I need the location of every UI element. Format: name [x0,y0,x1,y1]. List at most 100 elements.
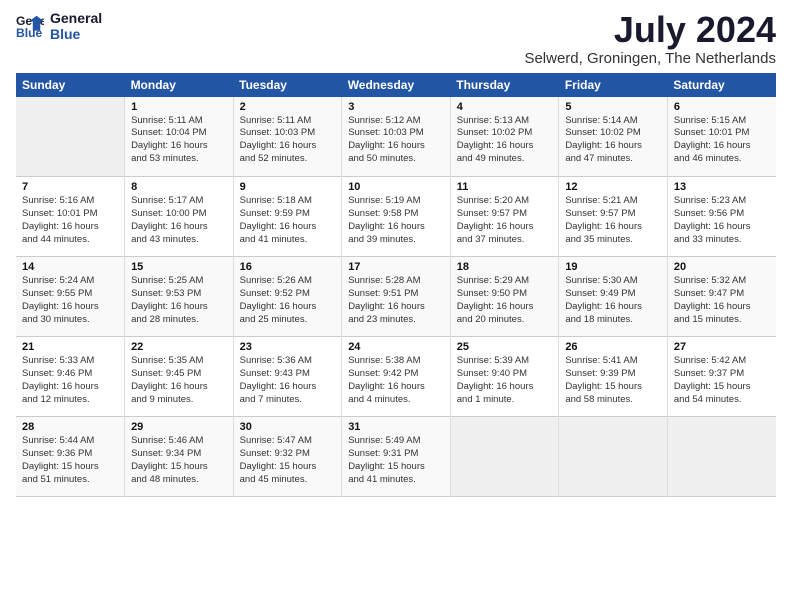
week-row-3: 14 Sunrise: 5:24 AM Sunset: 9:55 PM Dayli… [16,257,776,337]
day-number: 21 [22,341,118,353]
col-saturday: Saturday [667,73,776,97]
col-sunday: Sunday [16,73,125,97]
day-number: 5 [565,101,661,113]
month-title: July 2024 [524,10,776,50]
day-number: 10 [348,181,444,193]
day-info: Sunrise: 5:42 AM Sunset: 9:37 PM Dayligh… [674,355,770,406]
day-info: Sunrise: 5:25 AM Sunset: 9:53 PM Dayligh… [131,275,227,326]
day-number: 22 [131,341,227,353]
day-cell: 3Sunrise: 5:12 AM Sunset: 10:03 PM Dayli… [342,97,451,177]
day-cell: 13 Sunrise: 5:23 AM Sunset: 9:56 PM Dayli… [667,177,776,257]
col-tuesday: Tuesday [233,73,342,97]
day-number: 7 [22,181,118,193]
day-number: 31 [348,421,444,433]
day-info: Sunrise: 5:19 AM Sunset: 9:58 PM Dayligh… [348,195,444,246]
day-cell: 22 Sunrise: 5:35 AM Sunset: 9:45 PM Dayli… [125,337,234,417]
day-number: 30 [240,421,336,433]
day-cell: 17 Sunrise: 5:28 AM Sunset: 9:51 PM Dayli… [342,257,451,337]
day-info: Sunrise: 5:23 AM Sunset: 9:56 PM Dayligh… [674,195,770,246]
day-cell: 2 Sunrise: 5:11 AM Sunset: 10:03 PM Dayli… [233,97,342,177]
day-cell: 9 Sunrise: 5:18 AM Sunset: 9:59 PM Daylig… [233,177,342,257]
day-cell: 24 Sunrise: 5:38 AM Sunset: 9:42 PM Dayli… [342,337,451,417]
calendar-body: 1 Sunrise: 5:11 AM Sunset: 10:04 PM Dayli… [16,97,776,497]
day-info: Sunrise: 5:28 AM Sunset: 9:51 PM Dayligh… [348,275,444,326]
day-info: Sunrise: 5:47 AM Sunset: 9:32 PM Dayligh… [240,435,336,486]
day-number: 15 [131,261,227,273]
day-info: Sunrise: 5:24 AM Sunset: 9:55 PM Dayligh… [22,275,118,326]
logo-line2: Blue [50,26,102,42]
day-info: Sunrise: 5:38 AM Sunset: 9:42 PM Dayligh… [348,355,444,406]
day-cell [16,97,125,177]
day-number: 28 [22,421,118,433]
day-cell: 18 Sunrise: 5:29 AM Sunset: 9:50 PM Dayli… [450,257,559,337]
day-info: Sunrise: 5:11 AM Sunset: 10:04 PM Daylig… [131,115,227,166]
day-cell: 5 Sunrise: 5:14 AM Sunset: 10:02 PM Dayli… [559,97,668,177]
day-number: 17 [348,261,444,273]
day-number: 6 [674,101,770,113]
day-cell: 20Sunrise: 5:32 AM Sunset: 9:47 PM Dayli… [667,257,776,337]
day-cell: 15 Sunrise: 5:25 AM Sunset: 9:53 PM Dayli… [125,257,234,337]
day-info: Sunrise: 5:26 AM Sunset: 9:52 PM Dayligh… [240,275,336,326]
day-info: Sunrise: 5:46 AM Sunset: 9:34 PM Dayligh… [131,435,227,486]
day-cell: 6 Sunrise: 5:15 AM Sunset: 10:01 PM Dayli… [667,97,776,177]
day-number: 29 [131,421,227,433]
calendar-table: Sunday Monday Tuesday Wednesday Thursday… [16,73,776,498]
day-info: Sunrise: 5:30 AM Sunset: 9:49 PM Dayligh… [565,275,661,326]
week-row-4: 21 Sunrise: 5:33 AM Sunset: 9:46 PM Dayli… [16,337,776,417]
day-number: 24 [348,341,444,353]
col-wednesday: Wednesday [342,73,451,97]
day-cell: 11 Sunrise: 5:20 AM Sunset: 9:57 PM Dayli… [450,177,559,257]
day-number: 11 [457,181,553,193]
day-info: Sunrise: 5:49 AM Sunset: 9:31 PM Dayligh… [348,435,444,486]
day-cell: 12Sunrise: 5:21 AM Sunset: 9:57 PM Dayli… [559,177,668,257]
day-cell: 16 Sunrise: 5:26 AM Sunset: 9:52 PM Dayli… [233,257,342,337]
day-number: 18 [457,261,553,273]
day-cell [559,417,668,497]
day-number: 20 [674,261,770,273]
day-cell [667,417,776,497]
page: General Blue General Blue July 2024 Selw… [0,0,792,612]
day-cell: 28Sunrise: 5:44 AM Sunset: 9:36 PM Dayli… [16,417,125,497]
day-info: Sunrise: 5:41 AM Sunset: 9:39 PM Dayligh… [565,355,661,406]
day-cell: 8Sunrise: 5:17 AM Sunset: 10:00 PM Dayli… [125,177,234,257]
day-number: 1 [131,101,227,113]
day-info: Sunrise: 5:20 AM Sunset: 9:57 PM Dayligh… [457,195,553,246]
day-number: 9 [240,181,336,193]
location: Selwerd, Groningen, The Netherlands [524,50,776,67]
week-row-2: 7Sunrise: 5:16 AM Sunset: 10:01 PM Dayli… [16,177,776,257]
day-number: 23 [240,341,336,353]
col-friday: Friday [559,73,668,97]
day-number: 16 [240,261,336,273]
day-cell: 25Sunrise: 5:39 AM Sunset: 9:40 PM Dayli… [450,337,559,417]
day-cell [450,417,559,497]
day-info: Sunrise: 5:13 AM Sunset: 10:02 PM Daylig… [457,115,553,166]
day-cell: 23Sunrise: 5:36 AM Sunset: 9:43 PM Dayli… [233,337,342,417]
day-cell: 19Sunrise: 5:30 AM Sunset: 9:49 PM Dayli… [559,257,668,337]
logo-icon: General Blue [16,12,44,40]
day-info: Sunrise: 5:33 AM Sunset: 9:46 PM Dayligh… [22,355,118,406]
day-number: 4 [457,101,553,113]
header: General Blue General Blue July 2024 Selw… [16,10,776,67]
title-block: July 2024 Selwerd, Groningen, The Nether… [524,10,776,67]
day-number: 14 [22,261,118,273]
day-cell: 10 Sunrise: 5:19 AM Sunset: 9:58 PM Dayli… [342,177,451,257]
day-cell: 27Sunrise: 5:42 AM Sunset: 9:37 PM Dayli… [667,337,776,417]
day-info: Sunrise: 5:35 AM Sunset: 9:45 PM Dayligh… [131,355,227,406]
day-info: Sunrise: 5:15 AM Sunset: 10:01 PM Daylig… [674,115,770,166]
col-monday: Monday [125,73,234,97]
day-info: Sunrise: 5:29 AM Sunset: 9:50 PM Dayligh… [457,275,553,326]
day-info: Sunrise: 5:18 AM Sunset: 9:59 PM Dayligh… [240,195,336,246]
logo: General Blue General Blue [16,10,102,42]
day-info: Sunrise: 5:11 AM Sunset: 10:03 PM Daylig… [240,115,336,166]
day-cell: 31 Sunrise: 5:49 AM Sunset: 9:31 PM Dayli… [342,417,451,497]
day-number: 2 [240,101,336,113]
week-row-1: 1 Sunrise: 5:11 AM Sunset: 10:04 PM Dayli… [16,97,776,177]
logo-line1: General [50,10,102,26]
day-number: 12 [565,181,661,193]
header-row: Sunday Monday Tuesday Wednesday Thursday… [16,73,776,97]
day-info: Sunrise: 5:17 AM Sunset: 10:00 PM Daylig… [131,195,227,246]
day-number: 13 [674,181,770,193]
day-cell: 1 Sunrise: 5:11 AM Sunset: 10:04 PM Dayli… [125,97,234,177]
day-info: Sunrise: 5:14 AM Sunset: 10:02 PM Daylig… [565,115,661,166]
day-cell: 4 Sunrise: 5:13 AM Sunset: 10:02 PM Dayli… [450,97,559,177]
